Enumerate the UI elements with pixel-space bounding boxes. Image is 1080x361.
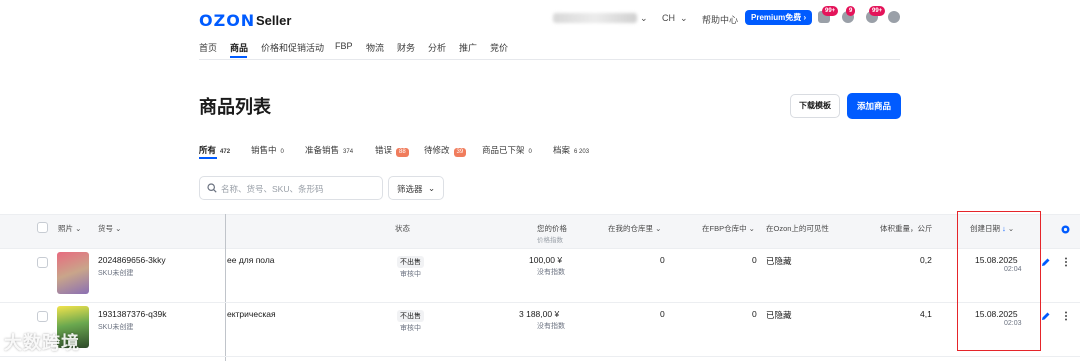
tab-errors[interactable]: 错误 88 [375, 144, 409, 157]
logo-subtitle: Seller [256, 13, 292, 28]
product-thumbnail[interactable] [57, 252, 89, 294]
frozen-column-divider [225, 214, 226, 361]
row-checkbox[interactable] [37, 311, 48, 322]
search-icon [207, 183, 217, 193]
row-divider [0, 302, 1080, 303]
nav-divider [199, 59, 900, 60]
product-name[interactable]: ee для пола [227, 255, 275, 265]
sku-status: SKU未创建 [98, 324, 134, 331]
page-title: 商品列表 [199, 97, 271, 117]
header-photo[interactable]: 照片 ⌄ [58, 223, 81, 234]
nav-fbp[interactable]: FBP [335, 41, 353, 51]
more-options-icon[interactable] [1064, 257, 1068, 267]
table-settings-gear-icon[interactable] [1060, 224, 1071, 235]
edit-pencil-icon[interactable] [1041, 311, 1051, 321]
header-status: 状态 [395, 224, 410, 233]
price-value[interactable]: 100,00 ¥ [529, 255, 562, 265]
fbp-warehouse-stock: 0 [752, 309, 757, 319]
nav-bidding[interactable]: 竞价 [490, 41, 508, 54]
download-template-button[interactable]: 下载模板 [790, 94, 840, 118]
price-index: 没有指数 [537, 323, 565, 330]
edit-pencil-icon[interactable] [1041, 257, 1051, 267]
row-divider [0, 356, 1080, 357]
tab-count: 374 [343, 149, 354, 155]
notifications-badge: 99+ [869, 6, 886, 16]
price-value[interactable]: 3 188,00 ¥ [519, 309, 559, 319]
select-all-checkbox[interactable] [37, 222, 48, 233]
product-name[interactable]: ектрическая [227, 309, 276, 319]
watermark: 大数跨境 [4, 333, 80, 353]
header-my-warehouse[interactable]: 在我的仓库里 ⌄ [608, 223, 661, 234]
more-options-icon[interactable] [1064, 311, 1068, 321]
my-warehouse-stock: 0 [660, 309, 665, 319]
tab-count-badge: 39 [453, 148, 467, 157]
header-price-index: 价格指数 [537, 237, 563, 244]
sku-status: SKU未创建 [98, 270, 134, 277]
moderation-status: 审核中 [400, 325, 421, 332]
user-avatar-icon[interactable] [888, 11, 900, 23]
tab-label: 销售中 [251, 145, 277, 155]
tab-to-revise[interactable]: 待修改 39 [424, 144, 467, 157]
tab-delisted[interactable]: 商品已下架 0 [482, 144, 532, 156]
tab-label: 所有 [199, 145, 217, 155]
help-center-link[interactable]: 帮助中心 [702, 13, 738, 26]
tab-label: 待修改 [424, 145, 450, 155]
tab-count-badge: 88 [396, 148, 409, 157]
premium-button[interactable]: Premium免费 › [745, 10, 813, 25]
nav-analytics[interactable]: 分析 [428, 41, 446, 54]
filter-chevron-icon: ⌄ [428, 183, 436, 193]
nav-promotion[interactable]: 推广 [459, 41, 477, 54]
nav-active-underline [230, 56, 247, 58]
filter-label: 筛选器 [397, 184, 423, 194]
tab-label: 准备销售 [305, 145, 340, 155]
premium-label: Premium免费 [751, 13, 802, 22]
tab-count: 0 [528, 149, 532, 155]
nav-products[interactable]: 商品 [230, 41, 248, 54]
tab-on-sale[interactable]: 销售中 0 [251, 144, 284, 156]
header-sku[interactable]: 货号 ⌄ [98, 223, 121, 234]
nav-home[interactable]: 首页 [199, 41, 217, 54]
fbp-warehouse-stock: 0 [752, 255, 757, 265]
row-checkbox[interactable] [37, 257, 48, 268]
my-warehouse-stock: 0 [660, 255, 665, 265]
price-index: 没有指数 [537, 269, 565, 276]
chat-badge: 99+ [822, 6, 839, 16]
tab-active-underline [199, 157, 217, 159]
created-date-highlight-box [957, 211, 1041, 351]
visibility-status: 已隐藏 [766, 256, 792, 266]
tab-ready-to-sell[interactable]: 准备销售 374 [305, 144, 353, 156]
tab-label: 商品已下架 [482, 145, 525, 155]
tab-archive[interactable]: 档案 6 203 [553, 144, 589, 156]
header-fbp-warehouse[interactable]: 在FBP仓库中 ⌄ [702, 223, 755, 234]
account-dropdown-chevron-icon[interactable]: ⌄ [640, 13, 648, 24]
search-placeholder: 名称、货号、SKU、条形码 [221, 184, 324, 194]
tab-count: 472 [220, 149, 231, 155]
volume-weight: 4,1 [920, 309, 932, 319]
product-sku[interactable]: 2024869656-3kky [98, 255, 166, 265]
tab-label: 档案 [553, 145, 571, 155]
add-product-button[interactable]: 添加商品 [847, 93, 901, 119]
visibility-status: 已隐藏 [766, 310, 792, 320]
tab-all[interactable]: 所有 472 [199, 144, 230, 156]
volume-weight: 0,2 [920, 255, 932, 265]
region-chevron-icon[interactable]: ⌄ [680, 13, 688, 24]
header-volume-weight: 体积重量，公斤 [880, 224, 933, 233]
support-badge: 9 [846, 6, 856, 16]
nav-prices-promotions[interactable]: 价格和促销活动 [261, 41, 324, 54]
tab-label: 错误 [375, 145, 393, 155]
nav-logistics[interactable]: 物流 [366, 41, 384, 54]
account-name-blurred[interactable] [553, 13, 637, 23]
product-sku[interactable]: 1931387376-q39k [98, 309, 167, 319]
ozon-logo[interactable]: OZON [199, 11, 255, 30]
header-price[interactable]: 您的价格 [537, 223, 567, 234]
moderation-status: 审核中 [400, 271, 421, 278]
tab-count: 6 203 [574, 149, 590, 155]
nav-finance[interactable]: 财务 [397, 41, 415, 54]
header-visibility: 在Ozon上的可见性 [766, 224, 829, 233]
status-badge: 不出售 [397, 256, 424, 268]
tab-count: 0 [280, 149, 284, 155]
status-badge: 不出售 [397, 310, 424, 322]
region-selector[interactable]: CH [662, 13, 675, 23]
